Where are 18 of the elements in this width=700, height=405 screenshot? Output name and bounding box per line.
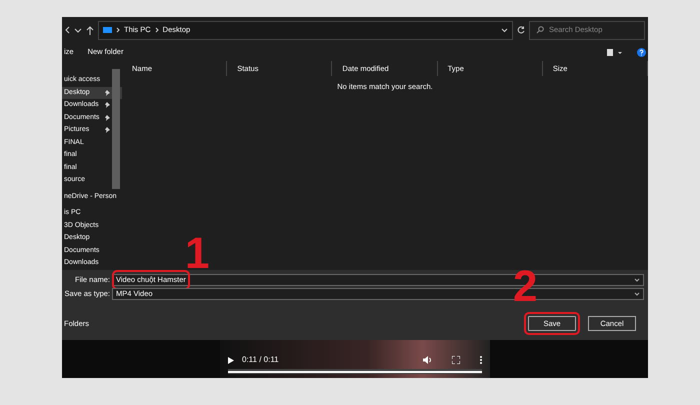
refresh-icon[interactable] [517,26,525,34]
chevron-icon [154,27,159,33]
search-icon [536,26,544,34]
chevron-icon [116,27,120,33]
caret-icon [634,278,640,282]
dropdown-chevron-icon[interactable] [501,28,508,32]
help-icon[interactable] [637,48,646,56]
video-time: 0:11 / 0:11 [242,354,279,366]
play-icon[interactable] [228,356,234,364]
monitor-icon [103,26,112,34]
caret-icon [634,292,640,296]
scrollbar[interactable] [112,69,120,189]
dropdown-chevron-icon[interactable] [74,28,82,32]
view-options-icon[interactable] [607,48,623,56]
fullscreen-icon[interactable] [452,356,460,364]
step-number: 1 [185,232,210,276]
volume-icon[interactable] [423,356,432,364]
up-arrow-icon[interactable] [86,26,94,34]
